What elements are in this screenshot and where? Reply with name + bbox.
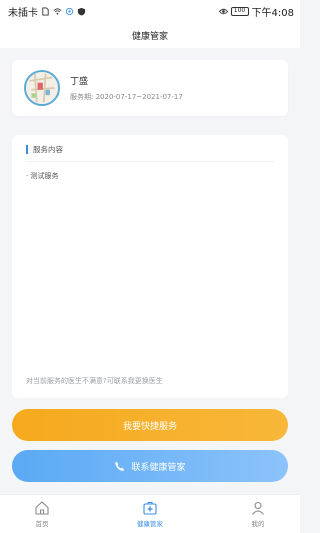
page-title: 健康管家	[131, 31, 168, 42]
battery-level: 100	[233, 7, 246, 14]
service-item: · 测试服务	[26, 172, 59, 180]
service-content-card: 服务内容 · 测试服务 对当前服务的医生不满意?可联系我更换医生	[12, 135, 288, 398]
contact-manager-label: 联系健康管家	[131, 462, 186, 473]
tab-home[interactable]: 首页	[22, 495, 62, 533]
contact-manager-button[interactable]: 联系健康管家	[12, 450, 288, 482]
status-right: 100 下午4:08	[218, 4, 294, 19]
home-icon	[35, 501, 49, 515]
notification-icon	[65, 7, 74, 15]
profile-info: 丁盛 服务期: 2020-07-17~2021-07-17	[70, 74, 183, 102]
battery-icon: 100	[230, 6, 249, 16]
shield-icon	[77, 7, 86, 16]
carrier-text: 未插卡	[8, 7, 38, 19]
clock-text: 下午4:08	[251, 7, 294, 19]
eye-icon	[218, 8, 228, 14]
tab-health-manager-label: 健康管家	[137, 520, 163, 528]
avatar-map-icon	[26, 72, 58, 104]
profile-card[interactable]: 丁盛 服务期: 2020-07-17~2021-07-17	[12, 60, 288, 116]
tab-home-label: 首页	[35, 520, 49, 528]
quick-service-button[interactable]: 我要快捷服务	[12, 409, 288, 441]
service-content-title: 服务内容	[26, 145, 274, 154]
quick-service-label: 我要快捷服务	[122, 421, 177, 432]
avatar	[24, 70, 60, 106]
bottom-tab-bar: 首页 健康管家 我的	[0, 494, 300, 533]
wifi-icon	[53, 7, 62, 15]
profile-name: 丁盛	[70, 77, 89, 87]
sim-icon	[42, 6, 49, 16]
change-doctor-note[interactable]: 对当前服务的医生不满意?可联系我更换医生	[26, 376, 163, 386]
divider	[26, 161, 274, 162]
status-bar: 未插卡 100 下午4:08	[0, 0, 300, 22]
user-icon	[252, 501, 264, 515]
status-left: 未插卡	[8, 4, 86, 19]
tab-health-manager[interactable]: 健康管家	[130, 495, 170, 533]
service-period-value: 2020-07-17~2021-07-17	[95, 93, 183, 101]
service-period: 服务期: 2020-07-17~2021-07-17	[70, 92, 183, 102]
page-header: 健康管家	[0, 22, 300, 48]
medical-kit-icon	[143, 501, 157, 515]
service-period-label: 服务期:	[70, 93, 94, 101]
phone-icon	[115, 461, 125, 471]
tab-mine-label: 我的	[251, 520, 265, 528]
tab-mine[interactable]: 我的	[238, 495, 278, 533]
